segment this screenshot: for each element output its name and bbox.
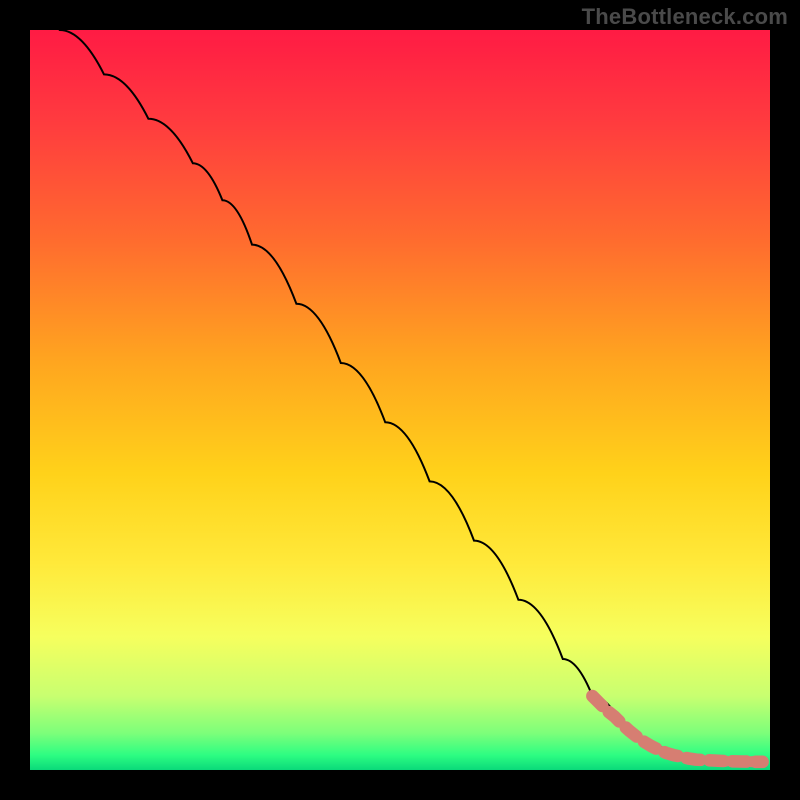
marker-dot [757, 756, 768, 767]
heatmap-background [30, 30, 770, 770]
marker-dot [720, 756, 731, 767]
watermark-text: TheBottleneck.com [582, 4, 788, 30]
marker-dot [705, 755, 716, 766]
plot-area [30, 30, 770, 770]
chart-svg [30, 30, 770, 770]
marker-dot [746, 756, 757, 767]
marker-dot [735, 756, 746, 767]
chart-frame: TheBottleneck.com [0, 0, 800, 800]
